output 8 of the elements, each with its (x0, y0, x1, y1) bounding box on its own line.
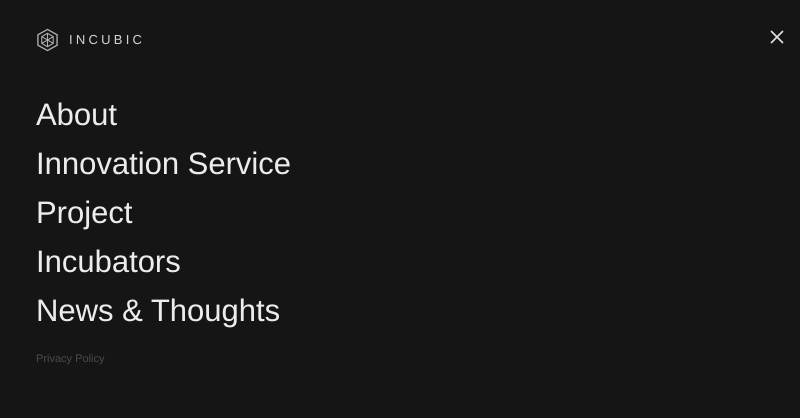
close-button[interactable] (768, 28, 786, 46)
menu-link[interactable]: About (36, 90, 118, 139)
brand-name: INCUBIC (69, 31, 146, 50)
menu-link[interactable]: Incubators (36, 237, 181, 286)
menu-link[interactable]: Innovation Service (36, 139, 292, 188)
menu-link[interactable]: Project (36, 188, 132, 237)
logo-icon (36, 28, 59, 52)
menu-link[interactable]: News & Thoughts (36, 286, 280, 335)
